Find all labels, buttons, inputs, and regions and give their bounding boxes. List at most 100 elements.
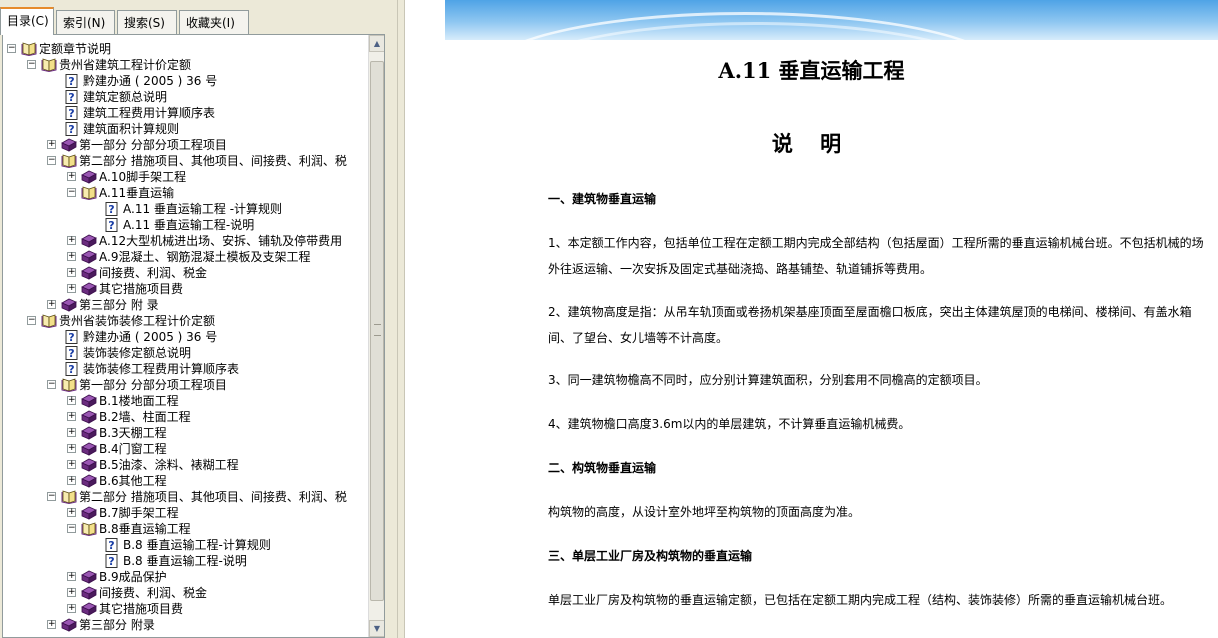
tree-item-label: 黔建办通 ( 2005 ) 36 号 [83, 330, 218, 344]
tree-item[interactable]: ? 建筑定额总说明 [3, 89, 369, 105]
tree-item[interactable]: + B.3天棚工程 [3, 425, 369, 441]
expand-plus-icon[interactable]: + [67, 396, 76, 405]
tree-item[interactable]: ? A.11 垂直运输工程-说明 [3, 217, 369, 233]
tree-item-label: B.1楼地面工程 [99, 394, 179, 408]
tree-item[interactable]: + A.12大型机械进出场、安拆、铺轨及停带费用 [3, 233, 369, 249]
collapse-minus-icon[interactable]: − [7, 44, 16, 53]
closed-book-icon [81, 170, 97, 184]
tree-item[interactable]: − 定额章节说明 [3, 41, 369, 57]
topic-content-pane: A.11 垂直运输工程 说 明 一、建筑物垂直运输 1、本定额工作内容，包括单位工… [405, 0, 1218, 638]
collapse-minus-icon[interactable]: − [47, 380, 56, 389]
tree-item[interactable]: + B.9成品保护 [3, 569, 369, 585]
paragraph: 单层工业厂房及构筑物的垂直运输定额，已包括在定额工期内完成工程（结构、装饰装修）… [548, 593, 1173, 607]
section-heading: 一、建筑物垂直运输 [548, 192, 657, 206]
tree-item[interactable]: + B.2墙、柱面工程 [3, 409, 369, 425]
expand-plus-icon[interactable]: + [67, 172, 76, 181]
expand-plus-icon[interactable]: + [47, 620, 56, 629]
tree-item-label: B.3天棚工程 [99, 426, 167, 440]
expand-plus-icon[interactable]: + [67, 252, 76, 261]
tree-item-label: 第三部分 附 录 [79, 298, 159, 312]
tree-item[interactable]: + 第三部分 附 录 [3, 297, 369, 313]
collapse-minus-icon[interactable]: − [67, 188, 76, 197]
tree-item[interactable]: + 间接费、利润、税金 [3, 265, 369, 281]
expand-plus-icon[interactable]: + [47, 140, 56, 149]
tree-item[interactable]: − B.8垂直运输工程 [3, 521, 369, 537]
tab-contents[interactable]: 目录(C) [0, 7, 54, 35]
tree-item[interactable]: − 第一部分 分部分项工程项目 [3, 377, 369, 393]
tree-item[interactable]: + 间接费、利润、税金 [3, 585, 369, 601]
svg-text:?: ? [108, 539, 114, 552]
collapse-minus-icon[interactable]: − [27, 60, 36, 69]
tree-item-label: A.10脚手架工程 [99, 170, 187, 184]
tree-item-label: A.11 垂直运输工程 -计算规则 [123, 202, 283, 216]
tree-item[interactable]: ? 建筑面积计算规则 [3, 121, 369, 137]
tree-item[interactable]: + B.6其他工程 [3, 473, 369, 489]
tab-search[interactable]: 搜索(S) [117, 10, 177, 34]
closed-book-icon [81, 266, 97, 280]
open-book-icon [61, 490, 77, 505]
tree-item[interactable]: + B.1楼地面工程 [3, 393, 369, 409]
tree-item[interactable]: ? 黔建办通 ( 2005 ) 36 号 [3, 329, 369, 345]
expand-plus-icon[interactable]: + [67, 476, 76, 485]
svg-text:?: ? [68, 107, 74, 120]
expand-plus-icon[interactable]: + [67, 508, 76, 517]
tree-item-label: B.8 垂直运输工程-说明 [123, 554, 247, 568]
tree-item[interactable]: ? B.8 垂直运输工程-说明 [3, 553, 369, 569]
tree-item-label: B.4门窗工程 [99, 442, 167, 456]
svg-text:?: ? [108, 219, 114, 232]
expand-plus-icon[interactable]: + [67, 412, 76, 421]
expand-plus-icon[interactable]: + [67, 236, 76, 245]
tree-item[interactable]: + A.9混凝土、钢筋混凝土模板及支架工程 [3, 249, 369, 265]
tree-item[interactable]: ? B.8 垂直运输工程-计算规则 [3, 537, 369, 553]
closed-book-icon [81, 410, 97, 424]
expand-plus-icon[interactable]: + [67, 284, 76, 293]
scroll-up-arrow-icon[interactable]: ▲ [369, 35, 384, 52]
tree-item[interactable]: + B.7脚手架工程 [3, 505, 369, 521]
tree-item[interactable]: + A.10脚手架工程 [3, 169, 369, 185]
tree-item[interactable]: − A.11垂直运输 [3, 185, 369, 201]
tree-item[interactable]: ? 装饰装修工程费用计算顺序表 [3, 361, 369, 377]
tree-item[interactable]: ? A.11 垂直运输工程 -计算规则 [3, 201, 369, 217]
tree-item-label: 第三部分 附录 [79, 618, 155, 632]
tree-item[interactable]: + 第三部分 附录 [3, 617, 369, 633]
open-book-icon [21, 42, 37, 57]
expand-plus-icon[interactable]: + [67, 460, 76, 469]
svg-text:?: ? [68, 363, 74, 376]
tab-index[interactable]: 索引(N) [56, 10, 115, 34]
expand-plus-icon[interactable]: + [47, 300, 56, 309]
expand-plus-icon[interactable]: + [67, 444, 76, 453]
tree-item[interactable]: + 其它措施项目费 [3, 281, 369, 297]
scroll-down-arrow-icon[interactable]: ▼ [369, 620, 384, 637]
tree-item-label: 建筑工程费用计算顺序表 [83, 106, 216, 120]
tree-item[interactable]: − 贵州省装饰装修工程计价定额 [3, 313, 369, 329]
tab-favorites[interactable]: 收藏夹(I) [179, 10, 249, 34]
collapse-minus-icon[interactable]: − [27, 316, 36, 325]
tree-item[interactable]: ? 装饰装修定额总说明 [3, 345, 369, 361]
contents-tree-panel: − 定额章节说明 − 贵州省建筑工程计价定额? 黔建办通 ( 2005 ) 36 号? 建… [2, 34, 385, 638]
tree-item[interactable]: − 贵州省建筑工程计价定额 [3, 57, 369, 73]
tree-item[interactable]: ? 黔建办通 ( 2005 ) 36 号 [3, 73, 369, 89]
pane-splitter[interactable] [397, 0, 405, 638]
help-page-icon: ? [65, 90, 81, 104]
contents-tree: − 定额章节说明 − 贵州省建筑工程计价定额? 黔建办通 ( 2005 ) 36 号? 建… [3, 41, 369, 633]
scroll-thumb[interactable] [370, 61, 384, 601]
tree-item[interactable]: + 其它措施项目费 [3, 601, 369, 617]
tree-item[interactable]: − 第二部分 措施项目、其他项目、间接费、利润、税 [3, 153, 369, 169]
expand-plus-icon[interactable]: + [67, 268, 76, 277]
expand-plus-icon[interactable]: + [67, 588, 76, 597]
tree-item[interactable]: − 第二部分 措施项目、其他项目、间接费、利润、税 [3, 489, 369, 505]
collapse-minus-icon[interactable]: − [67, 524, 76, 533]
collapse-minus-icon[interactable]: − [47, 492, 56, 501]
tree-item[interactable]: + B.4门窗工程 [3, 441, 369, 457]
closed-book-icon [81, 602, 97, 616]
expand-plus-icon[interactable]: + [67, 604, 76, 613]
help-page-icon: ? [65, 362, 81, 376]
help-page-icon: ? [105, 538, 121, 552]
tree-item[interactable]: + B.5油漆、涂料、裱糊工程 [3, 457, 369, 473]
tree-item[interactable]: ? 建筑工程费用计算顺序表 [3, 105, 369, 121]
tree-item[interactable]: + 第一部分 分部分项工程项目 [3, 137, 369, 153]
collapse-minus-icon[interactable]: − [47, 156, 56, 165]
tree-scrollbar[interactable]: ▲ ▼ [368, 35, 384, 637]
expand-plus-icon[interactable]: + [67, 428, 76, 437]
expand-plus-icon[interactable]: + [67, 572, 76, 581]
